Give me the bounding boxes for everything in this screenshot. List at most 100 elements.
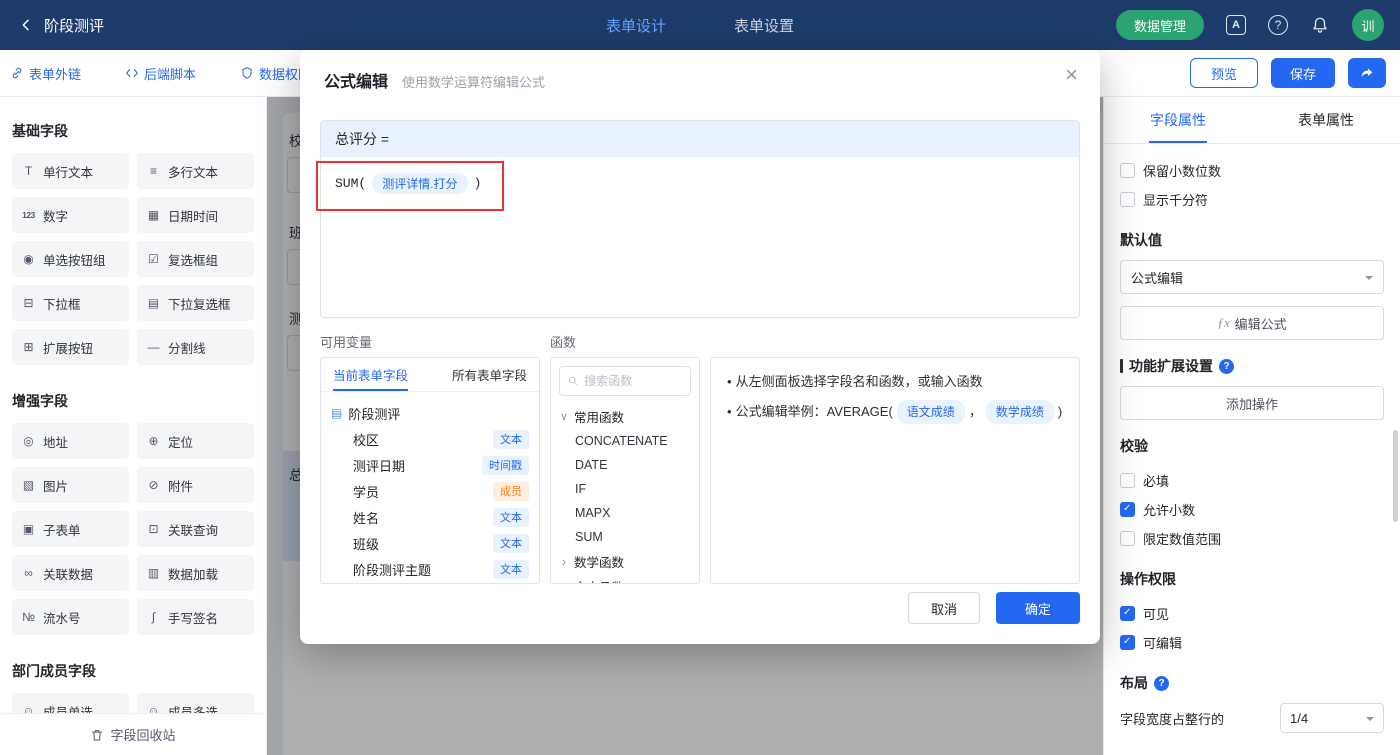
field-serial-number[interactable]: №流水号 [12,599,129,635]
tab-form-settings[interactable]: 表单设置 [734,15,794,36]
function-group-common[interactable]: 常用函数 [559,404,691,429]
variable-row[interactable]: 阶段测评主题文本 [331,556,529,582]
function-item[interactable]: DATE [559,453,691,477]
variable-row[interactable]: 班级文本 [331,530,529,556]
field-linked-data[interactable]: ∞关联数据 [12,555,129,591]
checkbox-checked-icon[interactable] [1120,635,1135,650]
formula-field-pill[interactable]: 测评详情.打分 [372,173,467,194]
option-visible[interactable]: 可见 [1120,599,1384,628]
tab-form-properties[interactable]: 表单属性 [1252,97,1400,143]
field-width-select[interactable]: 1/4 [1280,703,1384,733]
add-action-button[interactable]: 添加操作 [1120,386,1384,420]
field-extend-button[interactable]: ⊞扩展按钮 [12,329,129,365]
scrollbar-thumb[interactable] [1393,430,1398,522]
question-icon[interactable]: ? [1219,359,1234,374]
tab-all-form-fields[interactable]: 所有表单字段 [452,358,527,391]
search-icon [568,375,578,387]
section-title-enhanced-fields: 增强字段 [12,391,254,411]
formula-editor-area[interactable]: SUM( 测评详情.打分 ) [321,157,1079,318]
notification-bell-icon[interactable] [1310,15,1330,35]
language-icon[interactable]: A [1226,15,1246,35]
form-external-link[interactable]: 表单外链 [10,64,81,83]
question-icon[interactable]: ? [1154,676,1169,691]
checkbox-icon[interactable] [1120,473,1135,488]
checkbox-icon[interactable] [1120,163,1135,178]
variable-row[interactable]: 测评日期时间戳 [331,452,529,478]
field-multi-dropdown[interactable]: ▤下拉复选框 [137,285,254,321]
option-editable[interactable]: 可编辑 [1120,628,1384,657]
option-thousand-separator[interactable]: 显示千分符 [1120,185,1384,214]
field-data-load[interactable]: ▥数据加载 [137,555,254,591]
function-item[interactable]: CONCATENATE [559,429,691,453]
preview-button[interactable]: 预览 [1190,58,1258,88]
back-icon[interactable] [16,15,36,35]
option-limit-range[interactable]: 限定数值范围 [1120,524,1384,553]
link-icon [10,66,24,80]
field-member-single[interactable]: ☺成员单选 [12,693,129,713]
linked-data-icon: ∞ [20,566,37,580]
field-subform[interactable]: ▣子表单 [12,511,129,547]
close-icon[interactable]: × [1065,64,1078,86]
data-manage-button[interactable]: 数据管理 [1116,10,1204,40]
field-radio-group[interactable]: ◉单选按钮组 [12,241,129,277]
variable-name: 学员 [353,482,379,501]
default-value-title: 默认值 [1120,230,1384,250]
field-width-label: 字段宽度占整行的 [1120,709,1224,728]
field-dropdown[interactable]: ⊟下拉框 [12,285,129,321]
field-image[interactable]: ▧图片 [12,467,129,503]
attachment-icon: ⊘ [145,478,162,492]
topbar-nav: 表单设计 表单设置 [606,15,794,36]
field-signature[interactable]: ∫手写签名 [137,599,254,635]
field-divider[interactable]: —分割线 [137,329,254,365]
field-multi-text[interactable]: ≡多行文本 [137,153,254,189]
variables-label: 可用变量 [320,332,550,351]
field-attachment[interactable]: ⊘附件 [137,467,254,503]
function-item[interactable]: IF [559,477,691,501]
function-group-text[interactable]: 文本函数 [559,574,691,583]
field-checkbox-group[interactable]: ☑复选框组 [137,241,254,277]
checkbox-checked-icon[interactable] [1120,502,1135,517]
function-search-input[interactable] [584,374,682,388]
field-address[interactable]: ◎地址 [12,423,129,459]
variable-tree-root[interactable]: ▤ 阶段测评 [331,400,529,426]
divider-icon: — [145,340,162,354]
properties-panel: 字段属性 表单属性 保留小数位数 显示千分符 默认值 公式编辑 ƒx 编辑公式 … [1103,97,1400,755]
field-single-text[interactable]: T单行文本 [12,153,129,189]
lookup-icon: ⊡ [145,522,162,536]
checkbox-icon[interactable] [1120,531,1135,546]
help-icon[interactable]: ? [1268,15,1288,35]
variable-row[interactable]: 校区文本 [331,426,529,452]
function-item[interactable]: MAPX [559,501,691,525]
field-location[interactable]: ⊕定位 [137,423,254,459]
field-recycle-bin[interactable]: 字段回收站 [0,713,266,755]
option-allow-decimal[interactable]: 允许小数 [1120,495,1384,524]
example-field-pill: 数学成绩 [986,400,1054,424]
tab-field-properties[interactable]: 字段属性 [1104,97,1252,143]
variable-row[interactable]: 学员成员 [331,478,529,504]
function-item[interactable]: SUM [559,525,691,549]
edit-formula-button[interactable]: ƒx 编辑公式 [1120,306,1384,340]
option-keep-decimal[interactable]: 保留小数位数 [1120,156,1384,185]
confirm-button[interactable]: 确定 [996,592,1080,624]
field-datetime[interactable]: ▦日期时间 [137,197,254,233]
save-button[interactable]: 保存 [1271,58,1335,88]
cancel-button[interactable]: 取消 [908,592,980,624]
checkbox-checked-icon[interactable] [1120,606,1135,621]
variable-row[interactable]: 姓名文本 [331,504,529,530]
formula-box: 总评分 = SUM( 测评详情.打分 ) [320,120,1080,318]
serial-icon: № [20,610,37,624]
function-search-box[interactable] [559,366,691,396]
share-button[interactable] [1348,58,1386,88]
field-member-multi[interactable]: ☺成员多选 [137,693,254,713]
checkbox-icon[interactable] [1120,192,1135,207]
field-lookup-query[interactable]: ⊡关联查询 [137,511,254,547]
function-group-math[interactable]: 数学函数 [559,549,691,574]
backend-script-link[interactable]: 后端脚本 [125,64,196,83]
tab-current-form-fields[interactable]: 当前表单字段 [333,358,408,391]
multiline-icon: ≡ [145,164,162,178]
default-value-select[interactable]: 公式编辑 [1120,260,1384,294]
avatar[interactable]: 训 [1352,9,1384,41]
field-number[interactable]: 123数字 [12,197,129,233]
option-required[interactable]: 必填 [1120,466,1384,495]
tab-form-design[interactable]: 表单设计 [606,15,666,36]
